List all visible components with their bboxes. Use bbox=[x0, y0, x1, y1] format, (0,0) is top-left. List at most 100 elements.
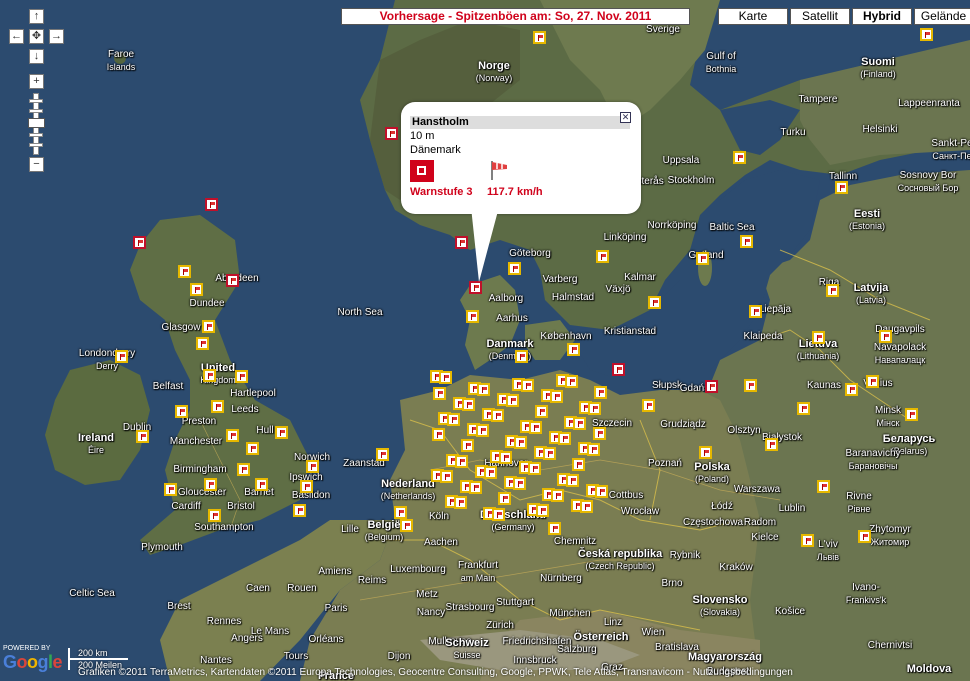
station-marker[interactable] bbox=[469, 481, 482, 494]
map-type-karte-button[interactable]: Karte bbox=[718, 8, 788, 25]
station-marker[interactable] bbox=[521, 379, 534, 392]
station-marker[interactable] bbox=[573, 417, 586, 430]
station-marker[interactable] bbox=[548, 522, 561, 535]
station-marker[interactable] bbox=[492, 508, 505, 521]
station-marker[interactable] bbox=[476, 424, 489, 437]
popup-close-button[interactable]: ✕ bbox=[620, 112, 631, 123]
station-marker[interactable] bbox=[255, 478, 268, 491]
station-marker[interactable] bbox=[246, 442, 259, 455]
station-marker[interactable] bbox=[835, 181, 848, 194]
station-marker[interactable] bbox=[226, 274, 239, 287]
pan-right-button[interactable]: → bbox=[49, 29, 64, 44]
station-marker[interactable] bbox=[175, 405, 188, 418]
station-marker[interactable] bbox=[491, 409, 504, 422]
station-marker[interactable] bbox=[529, 421, 542, 434]
station-marker[interactable] bbox=[115, 350, 128, 363]
station-marker[interactable] bbox=[765, 438, 778, 451]
station-marker[interactable] bbox=[817, 480, 830, 493]
station-marker[interactable] bbox=[593, 427, 606, 440]
station-marker[interactable] bbox=[749, 305, 762, 318]
station-marker[interactable] bbox=[376, 448, 389, 461]
station-marker[interactable] bbox=[705, 380, 718, 393]
station-marker[interactable] bbox=[508, 262, 521, 275]
station-marker[interactable] bbox=[515, 350, 528, 363]
station-marker[interactable] bbox=[572, 458, 585, 471]
station-marker[interactable] bbox=[394, 506, 407, 519]
station-marker[interactable] bbox=[866, 375, 879, 388]
google-logo[interactable]: POWERED BY Google bbox=[3, 645, 65, 675]
zoom-out-button[interactable]: − bbox=[29, 157, 44, 172]
station-marker[interactable] bbox=[439, 371, 452, 384]
station-marker[interactable] bbox=[595, 485, 608, 498]
station-marker[interactable] bbox=[543, 447, 556, 460]
station-marker[interactable] bbox=[462, 398, 475, 411]
station-marker[interactable] bbox=[190, 283, 203, 296]
station-marker[interactable] bbox=[812, 331, 825, 344]
station-marker[interactable] bbox=[205, 198, 218, 211]
station-marker[interactable] bbox=[845, 383, 858, 396]
station-marker[interactable] bbox=[536, 504, 549, 517]
station-marker[interactable] bbox=[588, 402, 601, 415]
station-marker[interactable] bbox=[477, 383, 490, 396]
station-marker[interactable] bbox=[506, 394, 519, 407]
station-marker[interactable] bbox=[826, 284, 839, 297]
station-marker[interactable] bbox=[275, 426, 288, 439]
pan-down-button[interactable]: ↓ bbox=[29, 49, 44, 64]
station-marker[interactable] bbox=[208, 509, 221, 522]
station-marker[interactable] bbox=[565, 375, 578, 388]
station-marker[interactable] bbox=[211, 400, 224, 413]
map-type-hybrid-button[interactable]: Hybrid bbox=[852, 8, 912, 25]
station-marker[interactable] bbox=[696, 252, 709, 265]
station-marker[interactable] bbox=[528, 462, 541, 475]
station-marker[interactable] bbox=[612, 363, 625, 376]
station-marker[interactable] bbox=[300, 480, 313, 493]
station-marker[interactable] bbox=[461, 439, 474, 452]
station-marker[interactable] bbox=[196, 337, 209, 350]
pan-left-button[interactable]: ← bbox=[9, 29, 24, 44]
station-marker[interactable] bbox=[484, 466, 497, 479]
station-marker[interactable] bbox=[535, 405, 548, 418]
station-marker[interactable] bbox=[454, 496, 467, 509]
station-marker[interactable] bbox=[580, 500, 593, 513]
station-marker[interactable] bbox=[455, 455, 468, 468]
map-type-gelande-button[interactable]: Gelände bbox=[914, 8, 970, 25]
station-marker[interactable] bbox=[801, 534, 814, 547]
station-marker[interactable] bbox=[642, 399, 655, 412]
station-marker[interactable] bbox=[699, 446, 712, 459]
station-marker[interactable] bbox=[203, 369, 216, 382]
station-marker[interactable] bbox=[237, 463, 250, 476]
station-marker[interactable] bbox=[498, 492, 511, 505]
zoom-handle[interactable] bbox=[28, 118, 45, 128]
pan-center-button[interactable]: ✥ bbox=[29, 29, 44, 44]
station-marker[interactable] bbox=[797, 402, 810, 415]
zoom-slider[interactable] bbox=[28, 93, 45, 155]
station-marker[interactable] bbox=[858, 530, 871, 543]
station-marker[interactable] bbox=[596, 250, 609, 263]
station-marker[interactable] bbox=[432, 428, 445, 441]
pan-up-button[interactable]: ↑ bbox=[29, 9, 44, 24]
station-marker[interactable] bbox=[733, 151, 746, 164]
station-marker[interactable] bbox=[440, 470, 453, 483]
station-marker[interactable] bbox=[905, 408, 918, 421]
station-marker[interactable] bbox=[567, 343, 580, 356]
station-marker[interactable] bbox=[202, 320, 215, 333]
station-marker[interactable] bbox=[447, 413, 460, 426]
station-marker[interactable] bbox=[133, 236, 146, 249]
station-marker[interactable] bbox=[178, 265, 191, 278]
station-marker[interactable] bbox=[648, 296, 661, 309]
station-marker[interactable] bbox=[235, 370, 248, 383]
station-marker[interactable] bbox=[550, 390, 563, 403]
station-marker[interactable] bbox=[513, 477, 526, 490]
station-marker[interactable] bbox=[879, 330, 892, 343]
station-marker[interactable] bbox=[499, 451, 512, 464]
station-marker[interactable] bbox=[551, 489, 564, 502]
station-marker[interactable] bbox=[136, 430, 149, 443]
station-marker[interactable] bbox=[558, 432, 571, 445]
station-marker[interactable] bbox=[433, 387, 446, 400]
station-marker[interactable] bbox=[587, 443, 600, 456]
station-marker[interactable] bbox=[740, 235, 753, 248]
station-marker[interactable] bbox=[514, 436, 527, 449]
station-marker[interactable] bbox=[400, 519, 413, 532]
station-marker[interactable] bbox=[533, 31, 546, 44]
zoom-in-button[interactable]: + bbox=[29, 74, 44, 89]
